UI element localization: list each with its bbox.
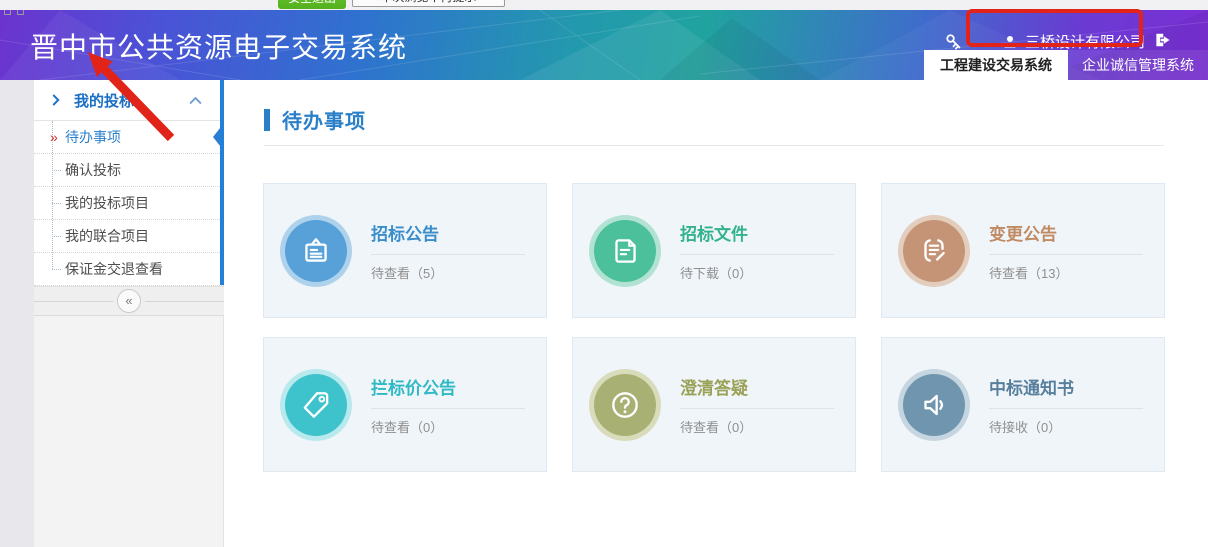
- browser-fragment: [4, 2, 44, 8]
- card-bid-documents[interactable]: 招标文件 待下载（0）: [572, 183, 856, 318]
- card-status: 待下载（0）: [680, 263, 834, 282]
- card-status: 待查看（5）: [371, 263, 525, 282]
- sidebar-menu: » 待办事项 确认投标 我的投标项目 我的联合项目 保证金交退查看: [34, 121, 224, 286]
- ca-key-icon[interactable]: [944, 32, 963, 51]
- card-title: 澄清答疑: [680, 374, 834, 399]
- no-more-tips-box[interactable]: 本次浏览不再提示: [352, 0, 505, 7]
- sidebar-item-confirm-bid[interactable]: 确认投标: [34, 154, 224, 187]
- card-title: 拦标价公告: [371, 374, 525, 399]
- content-row: 我的投标 » 待办事项 确认投标 我的投标项目 我的联合项目 保证金交退查看: [0, 80, 1208, 547]
- card-status: 待接收（0）: [989, 417, 1143, 436]
- card-title: 中标通知书: [989, 374, 1143, 399]
- sidebar-item-deposit-check[interactable]: 保证金交退查看: [34, 253, 224, 286]
- card-title: 变更公告: [989, 220, 1143, 245]
- card-price-cap-announcement[interactable]: 拦标价公告 待查看（0）: [263, 337, 547, 472]
- sidebar: 我的投标 » 待办事项 确认投标 我的投标项目 我的联合项目 保证金交退查看: [34, 80, 224, 547]
- sidebar-group-my-bids[interactable]: 我的投标: [34, 80, 224, 121]
- card-change-announcement[interactable]: 变更公告 待查看（13）: [881, 183, 1165, 318]
- chevron-right-icon: [50, 94, 62, 106]
- card-status: 待查看（0）: [680, 417, 834, 436]
- card-status: 待查看（0）: [371, 417, 525, 436]
- system-tabs: 工程建设交易系统 企业诚信管理系统: [924, 50, 1208, 80]
- section-title: 待办事项: [282, 105, 366, 134]
- card-award-notice[interactable]: 中标通知书 待接收（0）: [881, 337, 1165, 472]
- sidebar-filler: [34, 316, 224, 547]
- main-panel: 待办事项 招标公告 待查看（5）: [224, 80, 1208, 547]
- page: 安全退出 本次浏览不再提示 晋中市公共资源电子交易系统 三桥设计有限公司: [0, 0, 1208, 547]
- document-icon: [594, 220, 656, 282]
- safe-exit-button[interactable]: 安全退出: [278, 0, 346, 9]
- todo-cards: 招标公告 待查看（5） 招标文件: [263, 183, 1165, 472]
- card-title: 招标公告: [371, 220, 525, 245]
- chevron-up-icon[interactable]: [189, 94, 202, 107]
- notice-board-icon: [285, 220, 347, 282]
- clipboard-edit-icon: [903, 220, 965, 282]
- sidebar-group-title: 我的投标: [74, 90, 134, 111]
- section-header: 待办事项: [264, 105, 366, 134]
- section-divider: [264, 145, 1164, 146]
- card-clarification[interactable]: 澄清答疑 待查看（0）: [572, 337, 856, 472]
- sidebar-collapse-band: «: [34, 286, 224, 316]
- sidebar-scroll-strip[interactable]: [220, 80, 224, 285]
- system-title: 晋中市公共资源电子交易系统: [30, 26, 407, 66]
- sidebar-item-my-bid-projects[interactable]: 我的投标项目: [34, 187, 224, 220]
- card-status: 待查看（13）: [989, 263, 1143, 282]
- left-gutter: [0, 80, 34, 547]
- card-title: 招标文件: [680, 220, 834, 245]
- card-bid-announcement[interactable]: 招标公告 待查看（5）: [263, 183, 547, 318]
- annotation-highlight-box: [966, 9, 1143, 47]
- logout-icon[interactable]: [1152, 30, 1172, 50]
- sidebar-item-todo[interactable]: » 待办事项: [34, 121, 224, 154]
- price-tag-icon: [285, 374, 347, 436]
- collapse-sidebar-button[interactable]: «: [117, 289, 141, 313]
- tab-enterprise-credit-system[interactable]: 企业诚信管理系统: [1068, 50, 1208, 80]
- tab-engineering-trade-system[interactable]: 工程建设交易系统: [924, 50, 1068, 80]
- speaker-icon: [903, 374, 965, 436]
- section-accent-bar: [264, 109, 270, 131]
- question-icon: [594, 374, 656, 436]
- active-marker: »: [50, 121, 58, 153]
- sidebar-item-my-joint-projects[interactable]: 我的联合项目: [34, 220, 224, 253]
